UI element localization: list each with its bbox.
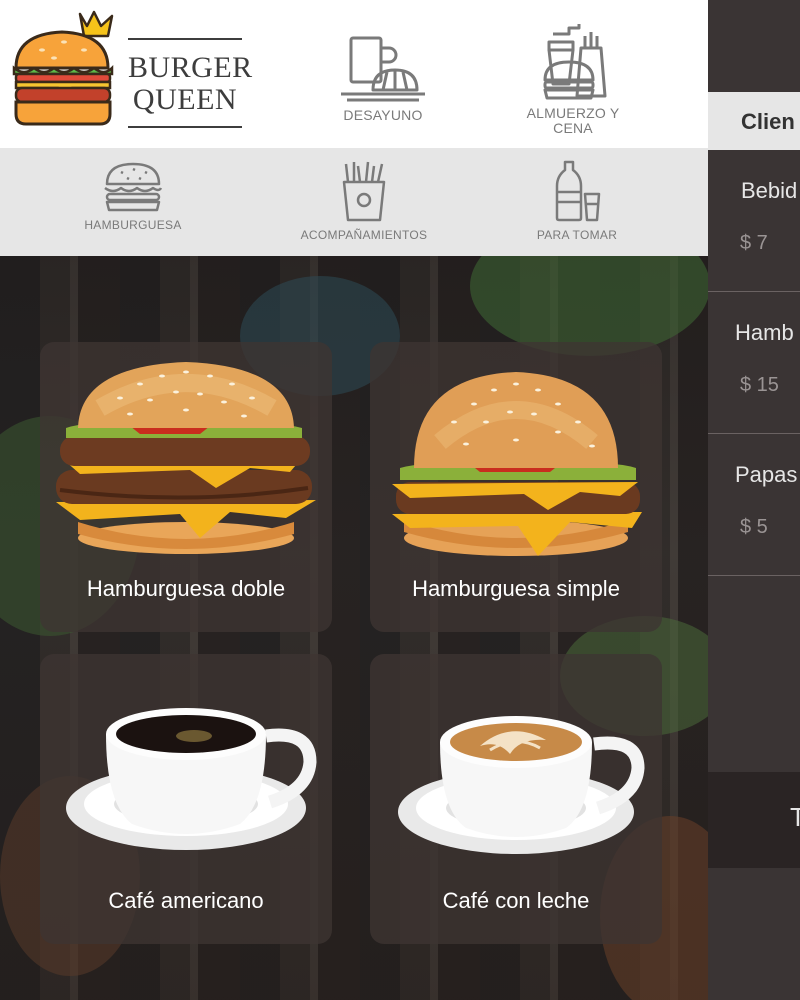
order-item[interactable]: Hamb $ 15 — [708, 292, 800, 434]
category-hamburguesa-label: HAMBURGUESA — [84, 218, 182, 232]
fries-icon — [342, 161, 386, 222]
drinks-icon — [555, 160, 601, 222]
product-name: Café con leche — [442, 888, 590, 913]
category-para-tomar[interactable]: PARA TOMAR — [492, 160, 662, 242]
order-panel: Clien Bebid $ 7 Hamb $ 15 Papas $ 5 T — [708, 0, 800, 1000]
product-card-cafe-con-leche[interactable]: Café con leche — [370, 654, 662, 944]
latte-cup-image — [398, 716, 645, 854]
brand-line-1: BURGER — [128, 51, 253, 84]
client-label: Clien — [741, 109, 795, 134]
tab-desayuno[interactable]: DESAYUNO — [318, 18, 448, 123]
simple-burger-image — [392, 372, 642, 556]
product-card-hamburguesa-simple[interactable]: Hamburguesa simple — [370, 342, 662, 632]
category-bar: HAMBURGUESA ACOMPAÑAMIENTOS PARA TOMAR — [0, 148, 708, 256]
burger-logo-icon — [12, 6, 118, 135]
tab-almuerzo-label: ALMUERZO Y CENA — [526, 105, 620, 136]
order-item-name: Bebid — [741, 178, 798, 203]
product-name: Café americano — [108, 888, 264, 913]
product-name: Hamburguesa simple — [412, 576, 620, 601]
order-total: T — [708, 772, 800, 868]
client-field[interactable]: Clien — [708, 92, 800, 150]
coffee-croissant-icon — [341, 36, 425, 102]
brand-name: BURGER QUEEN — [128, 38, 253, 128]
combo-meal-icon — [543, 24, 607, 100]
category-para-tomar-label: PARA TOMAR — [536, 228, 618, 242]
order-item-price: $ 5 — [740, 516, 768, 538]
tab-almuerzo-y-cena[interactable]: ALMUERZO Y CENA — [508, 18, 638, 136]
order-item-price: $ 7 — [740, 232, 768, 254]
double-burger-image — [56, 362, 316, 554]
header: BURGER QUEEN DESAYUNO ALMUERZO Y CENA — [0, 0, 708, 148]
order-item[interactable]: Papas $ 5 — [708, 434, 800, 576]
order-total-label: T — [790, 802, 800, 832]
hamburger-icon — [104, 162, 163, 212]
order-item-price: $ 15 — [740, 374, 779, 396]
order-panel-footer — [708, 868, 800, 1000]
order-item-name: Papas — [735, 462, 798, 487]
order-panel-header — [708, 0, 800, 92]
order-item-name: Hamb — [735, 320, 794, 345]
brand-line-2: QUEEN — [132, 83, 238, 116]
black-coffee-cup-image — [66, 708, 317, 850]
category-hamburguesa[interactable]: HAMBURGUESA — [48, 160, 218, 232]
order-item[interactable]: Bebid $ 7 — [708, 150, 800, 292]
product-card-cafe-americano[interactable]: Café americano — [40, 654, 332, 944]
tab-desayuno-label: DESAYUNO — [343, 107, 423, 123]
menu-area: BURGER QUEEN DESAYUNO ALMUERZO Y CENA HA… — [0, 0, 708, 1000]
category-acompanamientos-label: ACOMPAÑAMIENTOS — [300, 228, 428, 242]
product-name: Hamburguesa doble — [86, 576, 286, 601]
product-card-hamburguesa-doble[interactable]: Hamburguesa doble — [40, 342, 332, 632]
category-acompanamientos[interactable]: ACOMPAÑAMIENTOS — [279, 160, 449, 242]
